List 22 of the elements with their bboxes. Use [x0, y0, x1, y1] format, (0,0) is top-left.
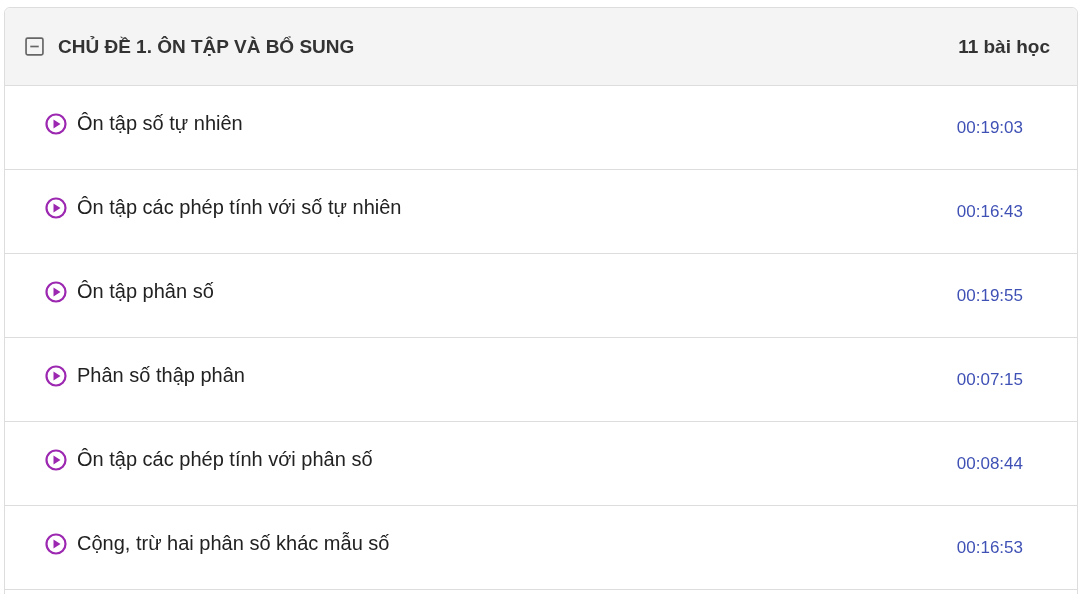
- lesson-title[interactable]: Cộng, trừ hai phân số khác mẫu số: [77, 532, 957, 555]
- play-icon[interactable]: [45, 197, 67, 219]
- collapse-icon[interactable]: [25, 37, 44, 56]
- section-title: CHỦ ĐỀ 1. ÔN TẬP VÀ BỔ SUNG: [58, 35, 356, 58]
- play-icon[interactable]: [45, 449, 67, 471]
- lesson-duration: 00:16:53: [956, 538, 1023, 558]
- play-icon[interactable]: [45, 533, 67, 555]
- lesson-title[interactable]: Ôn tập số tự nhiên: [77, 112, 957, 135]
- play-icon[interactable]: [45, 281, 67, 303]
- lesson-count: 11 bài học: [958, 35, 1050, 58]
- lesson-title[interactable]: Ôn tập các phép tính với phân số: [77, 448, 957, 471]
- play-icon[interactable]: [45, 365, 67, 387]
- play-icon[interactable]: [45, 113, 67, 135]
- lesson-duration: 00:19:55: [956, 286, 1023, 306]
- section-header[interactable]: CHỦ ĐỀ 1. ÔN TẬP VÀ BỔ SUNG 11 bài học: [5, 8, 1077, 86]
- lesson-duration: 00:16:43: [956, 202, 1023, 222]
- lesson-duration: 00:07:15: [956, 370, 1023, 390]
- lesson-duration: 00:08:44: [956, 454, 1023, 474]
- lesson-title[interactable]: Ôn tập các phép tính với số tự nhiên: [77, 196, 957, 219]
- lesson-title[interactable]: Phân số thập phân: [77, 364, 957, 387]
- lesson-duration: 00:19:03: [956, 118, 1023, 138]
- lesson-title[interactable]: Ôn tập phân số: [77, 280, 957, 303]
